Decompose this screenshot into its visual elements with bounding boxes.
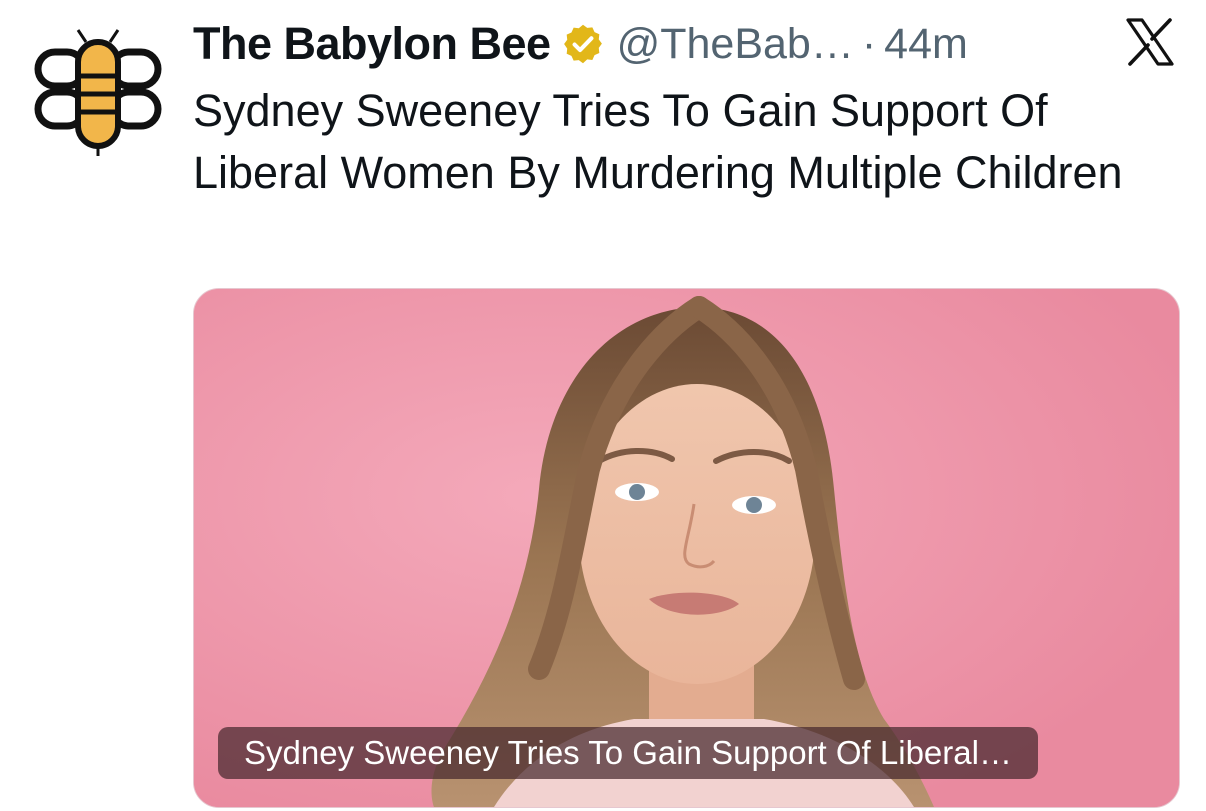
timestamp[interactable]: 44m: [884, 20, 968, 69]
separator-dot: ·: [861, 19, 877, 68]
avatar[interactable]: [34, 28, 162, 158]
account-handle[interactable]: @TheBab…: [617, 20, 854, 69]
babylon-bee-logo-icon: [34, 29, 162, 156]
tweet-text: Sydney Sweeney Tries To Gain Support Of …: [193, 85, 1123, 198]
verified-badge-icon[interactable]: [561, 22, 605, 66]
account-name[interactable]: The Babylon Bee: [193, 18, 551, 70]
media-caption: Sydney Sweeney Tries To Gain Support Of …: [218, 727, 1038, 779]
media-card[interactable]: Sydney Sweeney Tries To Gain Support Of …: [193, 288, 1180, 808]
x-logo-icon[interactable]: [1124, 18, 1176, 66]
tweet-header: The Babylon Bee @TheBab… · 44m: [193, 18, 968, 70]
